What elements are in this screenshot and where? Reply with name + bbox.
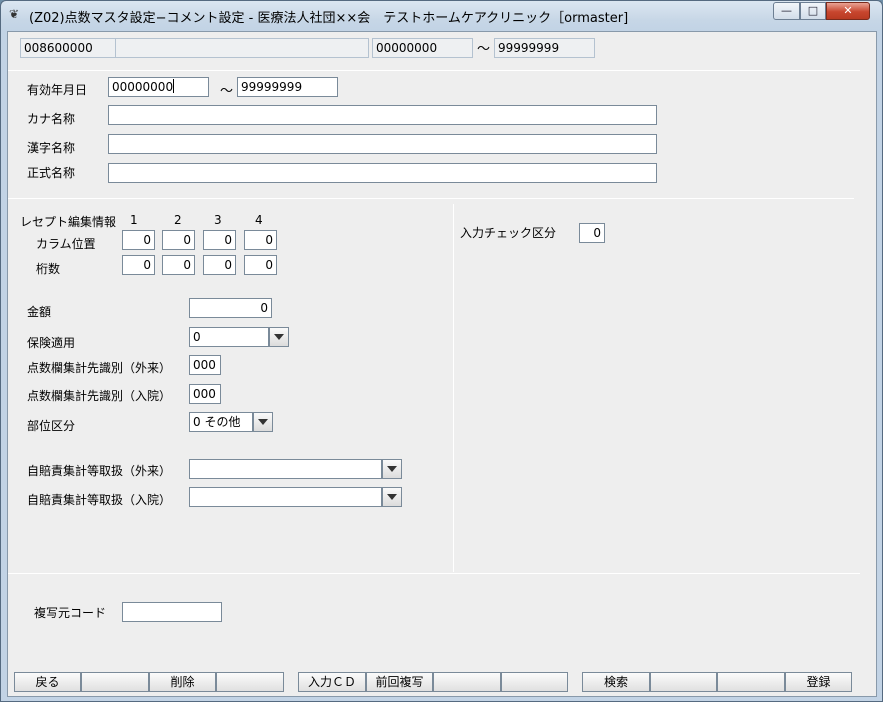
inpatient-aggregate-label: 点数欄集計先識別（入院） — [27, 389, 172, 403]
digits-1[interactable]: 0 — [122, 255, 155, 275]
amount-input[interactable]: 0 — [189, 298, 272, 318]
column-position-1[interactable]: 0 — [122, 230, 155, 250]
digits-3[interactable]: 0 — [203, 255, 236, 275]
valid-from-value: 00000000 — [112, 80, 174, 94]
range-to-display: 99999999 — [494, 38, 595, 58]
inpatient-aggregate-input[interactable]: 000 — [189, 384, 221, 404]
digits-2[interactable]: 0 — [162, 255, 195, 275]
valid-date-tilde: 〜 — [220, 84, 234, 99]
receipt-col-header-3: 3 — [214, 213, 222, 227]
auto-insurance-inpatient-dropdown-button[interactable] — [382, 487, 402, 507]
outpatient-aggregate-label: 点数欄集計先識別（外来） — [27, 361, 172, 375]
part-category-select[interactable]: 0 その他 — [189, 412, 253, 432]
copy-source-label: 複写元コード — [34, 606, 107, 620]
kanji-name-input[interactable] — [108, 134, 657, 154]
delete-button[interactable]: 削除 — [149, 672, 216, 692]
close-button[interactable]: ✕ — [826, 2, 870, 20]
code-display: 008600000 — [20, 38, 116, 58]
receipt-col-header-1: 1 — [130, 213, 138, 227]
kana-name-label: カナ名称 — [27, 112, 76, 126]
formal-name-label: 正式名称 — [27, 166, 76, 180]
range-tilde: 〜 — [477, 42, 491, 57]
digits-4[interactable]: 0 — [244, 255, 277, 275]
register-button[interactable]: 登録 — [785, 672, 852, 692]
valid-from-input[interactable]: 00000000 — [108, 77, 209, 97]
input-cd-button[interactable]: 入力ＣＤ — [298, 672, 366, 692]
chevron-down-icon — [258, 419, 268, 425]
insurance-select[interactable]: 0 — [189, 327, 269, 347]
insurance-dropdown-button[interactable] — [269, 327, 289, 347]
auto-insurance-outpatient-dropdown-button[interactable] — [382, 459, 402, 479]
valid-to-input[interactable]: 99999999 — [237, 77, 338, 97]
chevron-down-icon — [387, 466, 397, 472]
minimize-button[interactable]: — — [773, 2, 800, 20]
panel-divider — [453, 204, 454, 572]
text-caret — [173, 79, 175, 93]
fkey-8-button[interactable] — [501, 672, 568, 692]
previous-copy-button[interactable]: 前回複写 — [366, 672, 433, 692]
part-category-dropdown-button[interactable] — [253, 412, 273, 432]
valid-date-label: 有効年月日 — [27, 83, 88, 97]
fkey-7-button[interactable] — [433, 672, 501, 692]
column-position-label: カラム位置 — [36, 237, 96, 251]
outpatient-aggregate-input[interactable]: 000 — [189, 355, 221, 375]
search-button[interactable]: 検索 — [582, 672, 650, 692]
auto-insurance-inpatient-label: 自賠責集計等取扱（入院） — [27, 493, 172, 507]
column-position-4[interactable]: 0 — [244, 230, 277, 250]
part-category-label: 部位区分 — [27, 419, 76, 433]
chevron-down-icon — [274, 334, 284, 340]
app-window: ❦ (Z02)点数マスタ設定−コメント設定 - 医療法人社団××会 テストホーム… — [0, 0, 883, 702]
divider — [8, 198, 854, 199]
app-icon: ❦ — [9, 7, 20, 21]
fkey-10-button[interactable] — [650, 672, 717, 692]
formal-name-input[interactable] — [108, 163, 657, 183]
receipt-col-header-2: 2 — [174, 213, 182, 227]
name-display — [115, 38, 369, 58]
receipt-info-title: レセプト編集情報 — [20, 215, 117, 229]
client-area: 008600000 00000000 〜 99999999 有効年月日 0000… — [7, 31, 877, 697]
amount-label: 金額 — [27, 305, 52, 319]
insurance-label: 保険適用 — [27, 336, 76, 350]
receipt-col-header-4: 4 — [255, 213, 263, 227]
kana-name-input[interactable] — [108, 105, 657, 125]
column-position-2[interactable]: 0 — [162, 230, 195, 250]
fkey-11-button[interactable] — [717, 672, 785, 692]
copy-source-input[interactable] — [122, 602, 222, 622]
divider — [8, 573, 860, 574]
range-from-display: 00000000 — [372, 38, 473, 58]
window-title: (Z02)点数マスタ設定−コメント設定 - 医療法人社団××会 テストホームケア… — [29, 11, 629, 26]
column-position-3[interactable]: 0 — [203, 230, 236, 250]
auto-insurance-outpatient-label: 自賠責集計等取扱（外来） — [27, 464, 172, 478]
auto-insurance-inpatient-select[interactable] — [189, 487, 382, 507]
fkey-2-button[interactable] — [81, 672, 149, 692]
kanji-name-label: 漢字名称 — [27, 141, 76, 155]
chevron-down-icon — [387, 494, 397, 500]
digits-label: 桁数 — [36, 262, 61, 276]
input-check-input[interactable]: 0 — [579, 223, 605, 243]
divider — [8, 70, 860, 71]
back-button[interactable]: 戻る — [14, 672, 81, 692]
auto-insurance-outpatient-select[interactable] — [189, 459, 382, 479]
input-check-label: 入力チェック区分 — [460, 226, 557, 240]
fkey-4-button[interactable] — [216, 672, 284, 692]
title-bar[interactable]: ❦ (Z02)点数マスタ設定−コメント設定 - 医療法人社団××会 テストホーム… — [1, 1, 882, 31]
maximize-button[interactable]: □ — [800, 2, 826, 20]
